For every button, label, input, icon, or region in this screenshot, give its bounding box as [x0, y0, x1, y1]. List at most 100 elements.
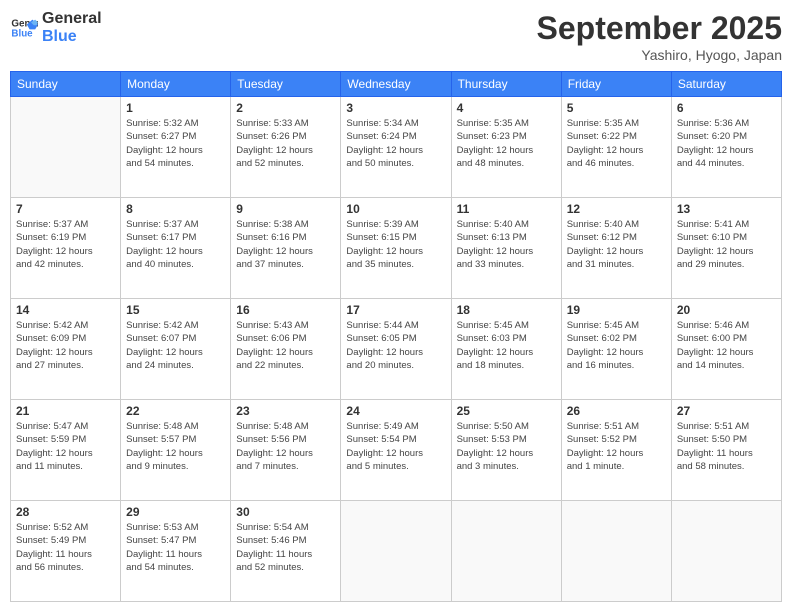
day-cell — [341, 501, 451, 602]
day-cell: 23 Sunrise: 5:48 AM Sunset: 5:56 PM Dayli… — [231, 400, 341, 501]
day-info: Sunrise: 5:37 AM Sunset: 6:19 PM Dayligh… — [16, 218, 115, 271]
day-number: 24 — [346, 404, 445, 418]
day-cell: 4 Sunrise: 5:35 AM Sunset: 6:23 PM Daylig… — [451, 97, 561, 198]
title-block: September 2025 Yashiro, Hyogo, Japan — [537, 10, 782, 63]
day-info: Sunrise: 5:37 AM Sunset: 6:17 PM Dayligh… — [126, 218, 225, 271]
day-number: 6 — [677, 101, 776, 115]
day-number: 20 — [677, 303, 776, 317]
day-info: Sunrise: 5:45 AM Sunset: 6:02 PM Dayligh… — [567, 319, 666, 372]
day-cell: 10Sunrise: 5:39 AM Sunset: 6:15 PM Dayli… — [341, 198, 451, 299]
day-number: 19 — [567, 303, 666, 317]
day-cell: 3 Sunrise: 5:34 AM Sunset: 6:24 PM Daylig… — [341, 97, 451, 198]
day-info: Sunrise: 5:48 AM Sunset: 5:56 PM Dayligh… — [236, 420, 335, 473]
day-number: 8 — [126, 202, 225, 216]
header: General Blue General Blue September 2025… — [10, 10, 782, 63]
day-info: Sunrise: 5:40 AM Sunset: 6:13 PM Dayligh… — [457, 218, 556, 271]
day-info: Sunrise: 5:54 AM Sunset: 5:46 PM Dayligh… — [236, 521, 335, 574]
day-cell: 30 Sunrise: 5:54 AM Sunset: 5:46 PM Dayli… — [231, 501, 341, 602]
day-info: Sunrise: 5:49 AM Sunset: 5:54 PM Dayligh… — [346, 420, 445, 473]
day-number: 18 — [457, 303, 556, 317]
col-friday: Friday — [561, 72, 671, 97]
day-info: Sunrise: 5:33 AM Sunset: 6:26 PM Dayligh… — [236, 117, 335, 170]
day-cell: 25 Sunrise: 5:50 AM Sunset: 5:53 PM Dayli… — [451, 400, 561, 501]
day-number: 2 — [236, 101, 335, 115]
day-info: Sunrise: 5:45 AM Sunset: 6:03 PM Dayligh… — [457, 319, 556, 372]
day-info: Sunrise: 5:41 AM Sunset: 6:10 PM Dayligh… — [677, 218, 776, 271]
day-info: Sunrise: 5:36 AM Sunset: 6:20 PM Dayligh… — [677, 117, 776, 170]
day-number: 7 — [16, 202, 115, 216]
day-cell: 13 Sunrise: 5:41 AM Sunset: 6:10 PM Dayli… — [671, 198, 781, 299]
day-info: Sunrise: 5:35 AM Sunset: 6:22 PM Dayligh… — [567, 117, 666, 170]
day-cell: 18 Sunrise: 5:45 AM Sunset: 6:03 PM Dayli… — [451, 299, 561, 400]
day-info: Sunrise: 5:50 AM Sunset: 5:53 PM Dayligh… — [457, 420, 556, 473]
day-cell: 15Sunrise: 5:42 AM Sunset: 6:07 PM Dayli… — [121, 299, 231, 400]
day-number: 27 — [677, 404, 776, 418]
week-row-5: 28Sunrise: 5:52 AM Sunset: 5:49 PM Dayli… — [11, 501, 782, 602]
day-cell: 22Sunrise: 5:48 AM Sunset: 5:57 PM Dayli… — [121, 400, 231, 501]
day-number: 29 — [126, 505, 225, 519]
day-cell: 12 Sunrise: 5:40 AM Sunset: 6:12 PM Dayli… — [561, 198, 671, 299]
logo: General Blue General Blue — [10, 10, 102, 45]
logo-icon: General Blue — [10, 14, 38, 42]
day-number: 4 — [457, 101, 556, 115]
day-number: 16 — [236, 303, 335, 317]
day-cell: 5 Sunrise: 5:35 AM Sunset: 6:22 PM Daylig… — [561, 97, 671, 198]
day-cell: 8 Sunrise: 5:37 AM Sunset: 6:17 PM Daylig… — [121, 198, 231, 299]
day-number: 23 — [236, 404, 335, 418]
col-saturday: Saturday — [671, 72, 781, 97]
day-number: 28 — [16, 505, 115, 519]
day-number: 12 — [567, 202, 666, 216]
day-cell: 9 Sunrise: 5:38 AM Sunset: 6:16 PM Daylig… — [231, 198, 341, 299]
calendar: Sunday Monday Tuesday Wednesday Thursday… — [10, 71, 782, 602]
day-info: Sunrise: 5:38 AM Sunset: 6:16 PM Dayligh… — [236, 218, 335, 271]
day-number: 5 — [567, 101, 666, 115]
day-cell: 17Sunrise: 5:44 AM Sunset: 6:05 PM Dayli… — [341, 299, 451, 400]
week-row-1: 1Sunrise: 5:32 AM Sunset: 6:27 PM Daylig… — [11, 97, 782, 198]
calendar-header-row: Sunday Monday Tuesday Wednesday Thursday… — [11, 72, 782, 97]
day-cell: 28Sunrise: 5:52 AM Sunset: 5:49 PM Dayli… — [11, 501, 121, 602]
day-cell: 1Sunrise: 5:32 AM Sunset: 6:27 PM Daylig… — [121, 97, 231, 198]
day-number: 15 — [126, 303, 225, 317]
svg-text:Blue: Blue — [11, 28, 33, 39]
col-tuesday: Tuesday — [231, 72, 341, 97]
col-sunday: Sunday — [11, 72, 121, 97]
day-cell: 29 Sunrise: 5:53 AM Sunset: 5:47 PM Dayli… — [121, 501, 231, 602]
day-cell: 7 Sunrise: 5:37 AM Sunset: 6:19 PM Daylig… — [11, 198, 121, 299]
day-number: 30 — [236, 505, 335, 519]
day-info: Sunrise: 5:42 AM Sunset: 6:09 PM Dayligh… — [16, 319, 115, 372]
day-cell: 24 Sunrise: 5:49 AM Sunset: 5:54 PM Dayli… — [341, 400, 451, 501]
day-number: 13 — [677, 202, 776, 216]
week-row-4: 21Sunrise: 5:47 AM Sunset: 5:59 PM Dayli… — [11, 400, 782, 501]
day-number: 11 — [457, 202, 556, 216]
day-number: 3 — [346, 101, 445, 115]
day-cell: 2 Sunrise: 5:33 AM Sunset: 6:26 PM Daylig… — [231, 97, 341, 198]
day-info: Sunrise: 5:51 AM Sunset: 5:52 PM Dayligh… — [567, 420, 666, 473]
day-info: Sunrise: 5:39 AM Sunset: 6:15 PM Dayligh… — [346, 218, 445, 271]
logo-blue: Blue — [42, 28, 102, 46]
day-number: 9 — [236, 202, 335, 216]
day-cell: 26Sunrise: 5:51 AM Sunset: 5:52 PM Dayli… — [561, 400, 671, 501]
day-number: 14 — [16, 303, 115, 317]
day-cell: 6 Sunrise: 5:36 AM Sunset: 6:20 PM Daylig… — [671, 97, 781, 198]
day-info: Sunrise: 5:34 AM Sunset: 6:24 PM Dayligh… — [346, 117, 445, 170]
day-number: 22 — [126, 404, 225, 418]
day-number: 25 — [457, 404, 556, 418]
day-cell: 21Sunrise: 5:47 AM Sunset: 5:59 PM Dayli… — [11, 400, 121, 501]
day-cell — [11, 97, 121, 198]
day-info: Sunrise: 5:46 AM Sunset: 6:00 PM Dayligh… — [677, 319, 776, 372]
week-row-3: 14 Sunrise: 5:42 AM Sunset: 6:09 PM Dayli… — [11, 299, 782, 400]
month-title: September 2025 — [537, 10, 782, 47]
day-cell — [561, 501, 671, 602]
day-info: Sunrise: 5:44 AM Sunset: 6:05 PM Dayligh… — [346, 319, 445, 372]
col-monday: Monday — [121, 72, 231, 97]
day-info: Sunrise: 5:53 AM Sunset: 5:47 PM Dayligh… — [126, 521, 225, 574]
day-info: Sunrise: 5:35 AM Sunset: 6:23 PM Dayligh… — [457, 117, 556, 170]
day-cell: 27 Sunrise: 5:51 AM Sunset: 5:50 PM Dayli… — [671, 400, 781, 501]
day-cell — [451, 501, 561, 602]
location: Yashiro, Hyogo, Japan — [537, 47, 782, 63]
day-info: Sunrise: 5:40 AM Sunset: 6:12 PM Dayligh… — [567, 218, 666, 271]
day-info: Sunrise: 5:51 AM Sunset: 5:50 PM Dayligh… — [677, 420, 776, 473]
day-info: Sunrise: 5:43 AM Sunset: 6:06 PM Dayligh… — [236, 319, 335, 372]
day-info: Sunrise: 5:47 AM Sunset: 5:59 PM Dayligh… — [16, 420, 115, 473]
day-cell: 14 Sunrise: 5:42 AM Sunset: 6:09 PM Dayli… — [11, 299, 121, 400]
